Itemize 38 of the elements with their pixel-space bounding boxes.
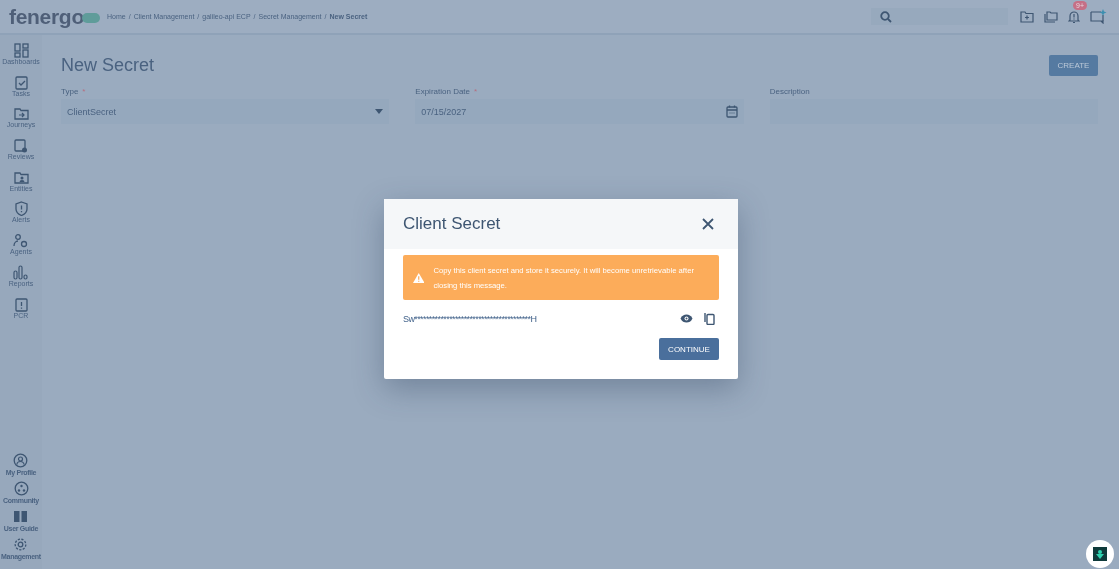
secret-value: Sw****************************************H: [403, 313, 538, 324]
create-button[interactable]: CREATE: [1049, 55, 1098, 76]
search-icon: [880, 10, 892, 23]
folder-arrow-icon: [13, 106, 29, 122]
shield-icon: [13, 201, 29, 217]
dropdown-caret-icon: [375, 109, 384, 114]
continue-button[interactable]: CONTINUE: [659, 338, 719, 360]
field-label: Description: [769, 87, 810, 96]
select-field[interactable]: ClientSecret: [61, 99, 390, 124]
required-mark: *: [474, 87, 478, 96]
folder-plus-icon[interactable]: [1020, 10, 1034, 23]
field-label: Expiration Date: [415, 87, 471, 96]
close-icon[interactable]: [702, 218, 714, 230]
chat-sparkle-icon[interactable]: [1090, 9, 1107, 24]
logo-pill-icon: [81, 13, 100, 23]
dashboard-icon: [13, 43, 29, 58]
bar-chart-icon: [13, 264, 29, 280]
person-gear-icon: [13, 233, 29, 249]
folder-person-icon: [13, 169, 29, 185]
search-field[interactable]: [871, 8, 1008, 25]
profile-icon: [13, 453, 29, 468]
required-mark: *: [82, 87, 86, 96]
folders-icon[interactable]: [1044, 10, 1058, 23]
clipboard-check-icon: [13, 74, 29, 90]
page-title: New Secret: [61, 55, 155, 76]
clipboard-alert-icon: [13, 296, 29, 312]
chat-launcher[interactable]: [1086, 540, 1114, 568]
settings-icon: [13, 537, 29, 552]
copy-icon[interactable]: [704, 312, 715, 325]
community-icon: [13, 481, 29, 496]
logo[interactable]: fenergo: [9, 4, 84, 29]
date-field[interactable]: 07/15/2027: [415, 99, 744, 124]
warning-icon: [413, 271, 425, 284]
dialog-title: Client Secret: [403, 214, 501, 234]
eye-icon[interactable]: [680, 314, 693, 323]
book-icon: [13, 509, 29, 524]
bell-icon[interactable]: [1068, 9, 1080, 24]
field-label: Type: [61, 87, 79, 96]
